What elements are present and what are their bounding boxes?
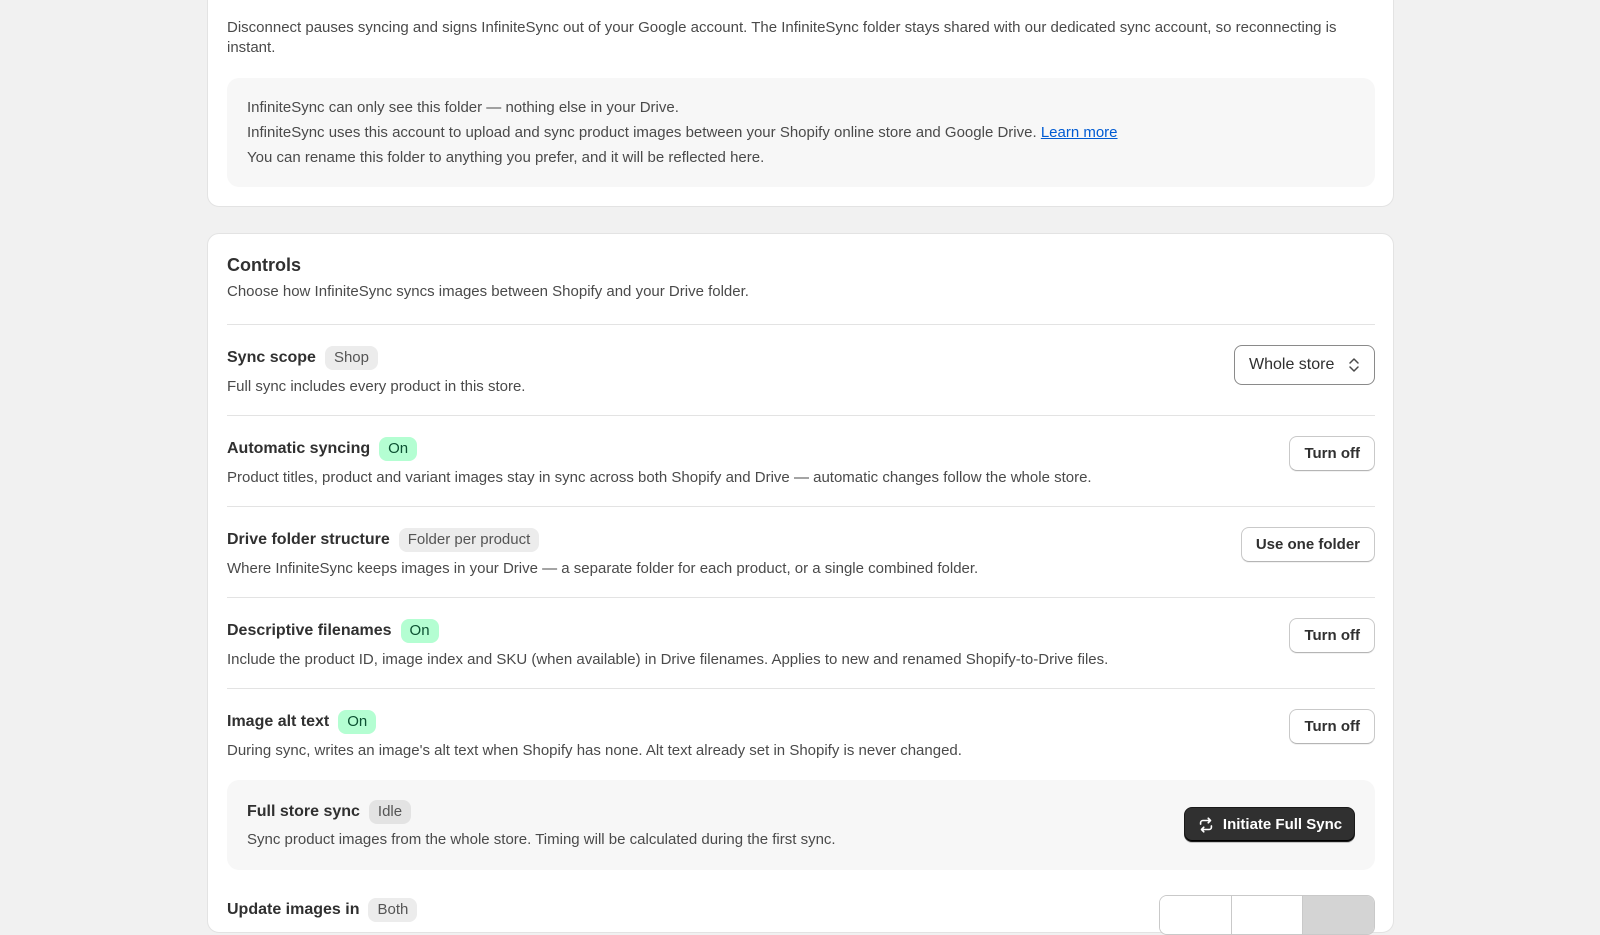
automatic-syncing-badge: On	[379, 437, 418, 461]
sync-scope-description: Full sync includes every product in this…	[227, 378, 526, 395]
full-store-sync-title: Full store sync	[247, 803, 360, 820]
automatic-syncing-turn-off-button[interactable]: Turn off	[1289, 436, 1375, 471]
full-store-sync-description: Sync product images from the whole store…	[247, 831, 836, 848]
sync-scope-select-value: Whole store	[1249, 356, 1335, 373]
sync-icon	[1199, 816, 1213, 833]
descriptive-filenames-turn-off-button[interactable]: Turn off	[1289, 618, 1375, 653]
descriptive-filenames-description: Include the product ID, image index and …	[227, 651, 1109, 668]
descriptive-filenames-heading: Descriptive filenames On	[227, 618, 439, 644]
info-line-rename: You can rename this folder to anything y…	[247, 149, 765, 166]
full-store-sync-heading: Full store sync Idle	[247, 799, 412, 825]
folder-info-box: InfiniteSync can only see this folder — …	[227, 78, 1375, 187]
info-line-account-text: InfiniteSync uses this account to upload…	[247, 124, 1037, 141]
info-line-account: InfiniteSync uses this account to upload…	[247, 120, 1355, 145]
connection-card: Disconnect pauses syncing and signs Infi…	[207, 0, 1394, 207]
drive-folder-structure-title: Drive folder structure	[227, 531, 390, 548]
initiate-full-sync-label: Initiate Full Sync	[1222, 816, 1343, 833]
sync-scope-title: Sync scope	[227, 349, 316, 366]
initiate-full-sync-button[interactable]: Initiate Full Sync	[1184, 807, 1355, 842]
automatic-syncing-title: Automatic syncing	[227, 440, 371, 457]
select-chevrons-icon	[1349, 358, 1359, 372]
controls-subtitle: Choose how InfiniteSync syncs images bet…	[227, 283, 749, 300]
full-store-sync-badge: Idle	[368, 800, 412, 824]
automatic-syncing-row: Automatic syncing On Product titles, pro…	[227, 415, 1375, 506]
descriptive-filenames-title: Descriptive filenames	[227, 622, 392, 639]
image-alt-text-description: During sync, writes an image's alt text …	[227, 742, 962, 759]
automatic-syncing-heading: Automatic syncing On	[227, 436, 418, 462]
update-images-in-badge: Both	[368, 898, 418, 922]
descriptive-filenames-badge: On	[400, 619, 439, 643]
disconnect-description: Disconnect pauses syncing and signs Infi…	[227, 19, 1337, 56]
learn-more-link[interactable]: Learn more	[1041, 124, 1118, 141]
image-alt-text-badge: On	[338, 710, 377, 734]
image-alt-text-title: Image alt text	[227, 713, 330, 730]
sync-scope-select[interactable]: Whole store	[1234, 345, 1375, 385]
update-images-in-heading: Update images in Both	[227, 897, 418, 923]
update-images-in-row: Update images in Both	[227, 889, 1375, 935]
drive-folder-structure-description: Where InfiniteSync keeps images in your …	[227, 560, 979, 577]
drive-folder-structure-badge: Folder per product	[398, 528, 540, 552]
image-alt-text-row: Image alt text On During sync, writes an…	[227, 688, 1375, 779]
controls-card: Controls Choose how InfiniteSync syncs i…	[207, 233, 1394, 935]
update-images-in-option-2[interactable]	[1231, 896, 1304, 934]
image-alt-text-heading: Image alt text On	[227, 709, 377, 735]
info-line-visibility: InfiniteSync can only see this folder — …	[247, 99, 679, 116]
update-images-in-title: Update images in	[227, 901, 360, 918]
sync-scope-row: Sync scope Shop Full sync includes every…	[227, 324, 1375, 415]
sync-scope-badge: Shop	[324, 346, 378, 370]
update-images-in-segmented-control[interactable]	[1159, 895, 1375, 935]
drive-folder-structure-row: Drive folder structure Folder per produc…	[227, 506, 1375, 597]
image-alt-text-turn-off-button[interactable]: Turn off	[1289, 709, 1375, 744]
descriptive-filenames-row: Descriptive filenames On Include the pro…	[227, 597, 1375, 688]
full-store-sync-box: Full store sync Idle Sync product images…	[227, 780, 1375, 870]
update-images-in-option-1[interactable]	[1160, 896, 1232, 934]
sync-scope-heading: Sync scope Shop	[227, 345, 378, 371]
use-one-folder-button[interactable]: Use one folder	[1240, 527, 1375, 562]
automatic-syncing-description: Product titles, product and variant imag…	[227, 469, 1092, 486]
controls-title: Controls	[227, 255, 301, 275]
update-images-in-option-3[interactable]	[1303, 896, 1374, 934]
drive-folder-structure-heading: Drive folder structure Folder per produc…	[227, 527, 540, 553]
